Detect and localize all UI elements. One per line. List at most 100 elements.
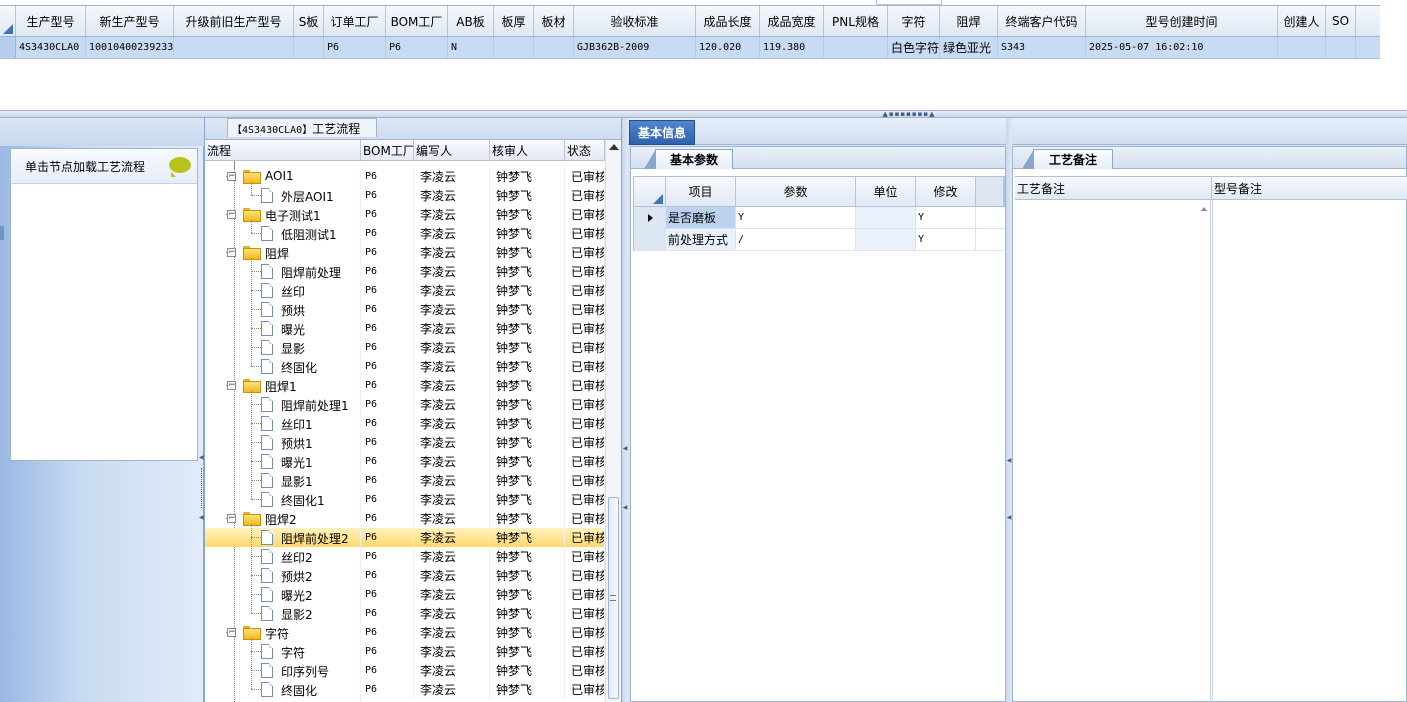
column-header[interactable]: PNL规格 [824, 6, 888, 36]
tree-row[interactable]: 印序列号 P6 李凌云 钟梦飞 已审核 [205, 661, 605, 680]
column-header[interactable]: 新生产型号 [86, 6, 174, 36]
grid-cell[interactable]: N [448, 37, 494, 58]
tree-row[interactable]: 低阻测试1 P6 李凌云 钟梦飞 已审核 [205, 224, 605, 243]
params-column-header[interactable]: 修改 [916, 177, 976, 206]
params-cell-item[interactable]: 前处理方式 [666, 229, 736, 250]
grid-cell[interactable]: 119.380 [760, 37, 824, 58]
tree-row[interactable]: 预烘 P6 李凌云 钟梦飞 已审核 [205, 300, 605, 319]
row-header[interactable] [634, 229, 666, 250]
grid-cell[interactable]: P6 [386, 37, 448, 58]
tree-row[interactable]: 预烘1 P6 李凌云 钟梦飞 已审核 [205, 433, 605, 452]
params-column-header[interactable]: 项目 [666, 177, 736, 206]
column-header[interactable]: 成品长度 [696, 6, 760, 36]
tree-node[interactable]: 终固化 [205, 680, 361, 699]
params-cell-param[interactable]: / [736, 229, 856, 250]
grid-cell[interactable]: 2025-05-07 16:02:10 [1086, 37, 1278, 58]
tree-row[interactable]: 阻焊前处理1 P6 李凌云 钟梦飞 已审核 [205, 395, 605, 414]
tree-row[interactable]: 显影2 P6 李凌云 钟梦飞 已审核 [205, 604, 605, 623]
grid-cell[interactable] [494, 37, 534, 58]
params-row[interactable]: 前处理方式 / Y [633, 229, 1005, 251]
tree-node[interactable]: 丝印1 [205, 414, 361, 433]
tree-row[interactable]: − 阻焊 P6 李凌云 钟梦飞 已审核 [205, 243, 605, 262]
row-header[interactable] [0, 37, 16, 58]
column-header[interactable]: 创建人 [1278, 6, 1326, 36]
tree-node[interactable]: 阻焊前处理1 [205, 395, 361, 414]
tree-node[interactable]: 曝光 [205, 319, 361, 338]
tree-row[interactable]: 终固化1 P6 李凌云 钟梦飞 已审核 [205, 490, 605, 509]
grid-cell[interactable]: P6 [324, 37, 386, 58]
grid-cell[interactable] [534, 37, 574, 58]
column-header[interactable]: SO [1326, 6, 1356, 36]
grid-cell[interactable]: 绿色亚光 [940, 37, 998, 58]
tree-node[interactable]: 预烘 [205, 300, 361, 319]
tab-basic-info[interactable]: 基本信息 [629, 120, 695, 145]
column-header[interactable]: 生产型号 [16, 6, 86, 36]
tree-node[interactable]: 曝光2 [205, 585, 361, 604]
tree-node[interactable]: 丝印 [205, 281, 361, 300]
tree-node[interactable]: 显影2 [205, 604, 361, 623]
tree-row[interactable]: 曝光 P6 李凌云 钟梦飞 已审核 [205, 319, 605, 338]
params-cell-unit[interactable] [856, 207, 916, 228]
tree-node[interactable]: 预烘2 [205, 566, 361, 585]
grid-cell[interactable]: 4S3430CLA0 [16, 37, 86, 58]
column-header[interactable]: 字符 [888, 6, 940, 36]
column-header[interactable]: 验收标准 [574, 6, 696, 36]
tree-node[interactable]: 低阻测试1 [205, 224, 361, 243]
tree-column-header[interactable]: 核审人 [490, 140, 565, 160]
tree-row[interactable]: 丝印1 P6 李凌云 钟梦飞 已审核 [205, 414, 605, 433]
tree-column-header[interactable]: 编写人 [414, 140, 490, 160]
tree-row[interactable]: 终固化 P6 李凌云 钟梦飞 已审核 [205, 357, 605, 376]
model-grid-row[interactable]: 4S3430CLA0 10010400239233 P6 P6 N GJB362B-200… [0, 37, 1380, 59]
grid-cell[interactable] [1278, 37, 1326, 58]
tab-process-remarks[interactable]: 工艺备注 [1022, 149, 1113, 169]
tab-basic-params[interactable]: 基本参数 [644, 149, 733, 169]
tree-node[interactable]: 预烘1 [205, 433, 361, 452]
column-header[interactable]: 型号创建时间 [1086, 6, 1278, 36]
column-header[interactable]: 成品宽度 [760, 6, 824, 36]
load-process-button[interactable]: 单击节点加载工艺流程 [11, 149, 197, 184]
tree-column-header[interactable]: 流程 [205, 140, 361, 160]
tree-vertical-scrollbar[interactable] [605, 140, 621, 702]
grid-cell[interactable]: 120.020 [696, 37, 760, 58]
column-header[interactable]: AB板 [448, 6, 494, 36]
params-cell-item[interactable]: 是否磨板 [666, 207, 736, 228]
tree-row[interactable]: 显影1 P6 李凌云 钟梦飞 已审核 [205, 471, 605, 490]
tree-node[interactable]: 显影 [205, 338, 361, 357]
tree-row[interactable]: 曝光1 P6 李凌云 钟梦飞 已审核 [205, 452, 605, 471]
tree-row[interactable]: 丝印 P6 李凌云 钟梦飞 已审核 [205, 281, 605, 300]
params-cell-modify[interactable]: Y [916, 207, 976, 228]
grid-cell[interactable]: 白色字符 [888, 37, 940, 58]
tree-node[interactable]: 终固化 [205, 357, 361, 376]
tree-node[interactable]: 阻焊前处理2 [205, 528, 361, 547]
column-header[interactable]: BOM工厂 [386, 6, 448, 36]
tree-row[interactable]: 显影 P6 李凌云 钟梦飞 已审核 [205, 338, 605, 357]
params-cell-param[interactable]: Y [736, 207, 856, 228]
tree-node[interactable]: 显影1 [205, 471, 361, 490]
remarks-column-header[interactable]: 工艺备注 [1015, 177, 1212, 199]
column-header[interactable]: 订单工厂 [324, 6, 386, 36]
grid-cell[interactable]: 10010400239233 [86, 37, 174, 58]
tree-row[interactable]: − 阻焊2 P6 李凌云 钟梦飞 已审核 [205, 509, 605, 528]
tree-row[interactable]: 丝印2 P6 李凌云 钟梦飞 已审核 [205, 547, 605, 566]
remarks-column-header[interactable]: 型号备注 [1212, 177, 1407, 199]
params-row[interactable]: 是否磨板 Y Y [633, 207, 1005, 229]
tree-node[interactable]: 曝光1 [205, 452, 361, 471]
tree-row[interactable]: 字符 P6 李凌云 钟梦飞 已审核 [205, 642, 605, 661]
tree-row[interactable]: 预烘2 P6 李凌云 钟梦飞 已审核 [205, 566, 605, 585]
scroll-up-icon[interactable] [1201, 207, 1207, 211]
tree-row[interactable]: − 字符 P6 李凌云 钟梦飞 已审核 [205, 623, 605, 642]
grid-cell[interactable] [824, 37, 888, 58]
grid-cell[interactable]: GJB362B-2009 [574, 37, 696, 58]
tree-node[interactable]: 丝印2 [205, 547, 361, 566]
grid-cell[interactable] [1326, 37, 1356, 58]
tree-column-header[interactable]: BOM工厂 [361, 140, 414, 160]
tree-row[interactable]: 阻焊前处理 P6 李凌云 钟梦飞 已审核 [205, 262, 605, 281]
column-header[interactable]: 板材 [534, 6, 574, 36]
tree-node[interactable]: 印序列号 [205, 661, 361, 680]
horizontal-splitter[interactable]: ▲▪▪▪▪▪▪▪▲ [0, 110, 1407, 118]
grid-cell[interactable] [174, 37, 294, 58]
params-column-header[interactable]: 参数 [736, 177, 856, 206]
tree-row[interactable]: 阻焊前处理2 P6 李凌云 钟梦飞 已审核 [205, 528, 605, 547]
tree-row[interactable]: 曝光2 P6 李凌云 钟梦飞 已审核 [205, 585, 605, 604]
tree-row[interactable]: − 阻焊1 P6 李凌云 钟梦飞 已审核 [205, 376, 605, 395]
